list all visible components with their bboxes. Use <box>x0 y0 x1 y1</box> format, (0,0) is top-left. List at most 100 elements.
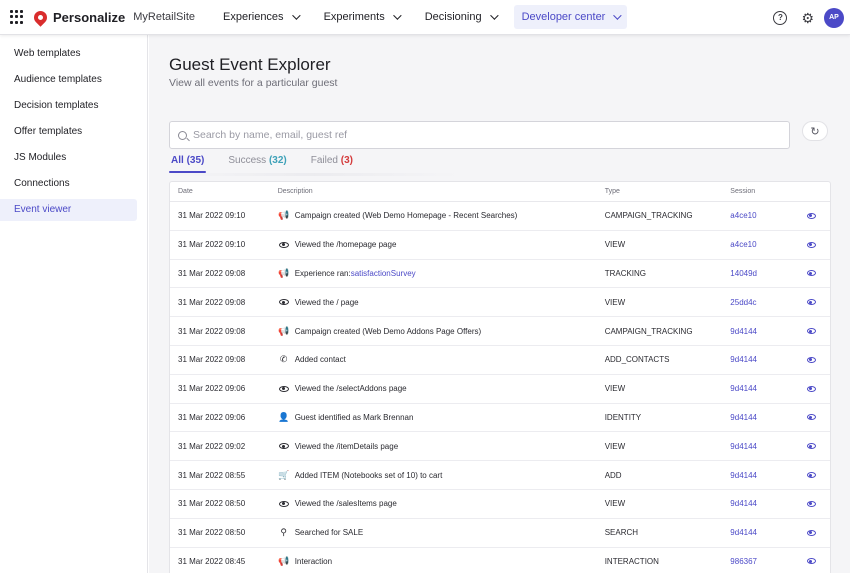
eye-icon <box>806 356 816 363</box>
view-event-button[interactable] <box>792 241 830 248</box>
session-link[interactable]: 9d4144 <box>730 442 792 451</box>
nav-decisioning[interactable]: Decisioning <box>417 5 504 29</box>
event-type: CAMPAIGN_TRACKING <box>604 211 693 221</box>
view-event-button[interactable] <box>792 299 830 306</box>
view-event-button[interactable] <box>792 328 830 335</box>
session-link[interactable]: 14049d <box>730 269 792 278</box>
view-event-button[interactable] <box>792 529 830 536</box>
tab-all[interactable]: All (35) <box>169 155 207 175</box>
gear-icon[interactable]: ⚙ <box>801 11 814 25</box>
view-event-button[interactable] <box>792 472 830 479</box>
event-description: Viewed the /selectAddons page <box>278 384 605 394</box>
event-date: 31 Mar 2022 09:10 <box>178 240 246 250</box>
sidebar-item-web-templates[interactable]: Web templates <box>0 43 137 65</box>
eye-icon <box>806 529 816 536</box>
event-date: 31 Mar 2022 09:06 <box>178 412 246 422</box>
eye-icon <box>806 414 816 421</box>
view-event-button[interactable] <box>792 443 830 450</box>
view-event-button[interactable] <box>792 385 830 392</box>
session-link[interactable]: 9d4144 <box>730 499 792 508</box>
event-type: VIEW <box>604 240 626 250</box>
help-icon[interactable]: ? <box>773 10 788 25</box>
event-description-text: Viewed the /selectAddons page <box>294 384 407 394</box>
session-link[interactable]: 9d4144 <box>730 413 792 422</box>
table-row: 31 Mar 2022 08:55 🛒 Added ITEM (Notebooks … <box>170 461 830 490</box>
event-description: 👤 Guest identified as Mark Brennan <box>278 412 605 422</box>
table-body: 31 Mar 2022 09:10 📢 Campaign created (Web … <box>170 202 830 573</box>
session-link[interactable]: 9d4144 <box>730 384 792 393</box>
tab-count: (3) <box>340 155 353 166</box>
view-event-button[interactable] <box>792 356 830 363</box>
view-event-button[interactable] <box>792 270 830 277</box>
eye-icon <box>806 299 816 306</box>
session-link[interactable]: a4ce10 <box>730 240 792 249</box>
view-event-button[interactable] <box>792 414 830 421</box>
personalize-logo-icon <box>31 7 50 27</box>
session-link[interactable]: 986367 <box>730 557 792 566</box>
logo[interactable]: Personalize <box>31 7 125 27</box>
sidebar-item-decision-templates[interactable]: Decision templates <box>0 95 137 117</box>
session-link[interactable]: 9d4144 <box>730 327 792 336</box>
session-link[interactable]: 9d4144 <box>730 471 792 480</box>
table-row: 31 Mar 2022 08:50 ⚲ Searched for SALE SEARC… <box>170 519 830 548</box>
event-type: VIEW <box>604 499 626 509</box>
table-row: 31 Mar 2022 09:06 Viewed the /selectAddon… <box>170 375 830 404</box>
table-row: 31 Mar 2022 09:08 📢 Experience ran: satisf… <box>170 260 830 289</box>
tab-success[interactable]: Success (32) <box>226 155 288 175</box>
event-tabs: All (35) Success (32) Failed (3) <box>169 155 375 175</box>
person-icon: 👤 <box>278 411 290 422</box>
event-description-text: Campaign created (Web Demo Addons Page O… <box>294 326 482 336</box>
tab-label: Success <box>228 155 267 166</box>
event-date: 31 Mar 2022 08:55 <box>178 470 246 480</box>
event-date: 31 Mar 2022 08:50 <box>178 499 246 509</box>
view-event-button[interactable] <box>792 558 830 565</box>
app-switcher-icon[interactable] <box>10 10 24 24</box>
tab-label: Failed <box>310 155 338 166</box>
nav-experiments[interactable]: Experiments <box>316 5 407 29</box>
table-row: 31 Mar 2022 09:08 Viewed the / page VIEW 25… <box>170 288 830 318</box>
eye-icon <box>278 441 290 451</box>
session-link[interactable]: 9d4144 <box>730 355 792 364</box>
megaphone-icon: 📢 <box>278 210 290 221</box>
eye-icon <box>806 328 816 335</box>
experience-link[interactable]: satisfactionSurvey <box>351 269 416 278</box>
search-input[interactable] <box>193 129 753 141</box>
eye-icon <box>806 385 816 392</box>
session-link[interactable]: 9d4144 <box>730 528 792 537</box>
main-content: Guest Event Explorer View all events for… <box>149 35 850 573</box>
sidebar-item-audience-templates[interactable]: Audience templates <box>0 69 137 91</box>
refresh-button[interactable]: ↻ <box>802 121 828 141</box>
eye-icon <box>278 384 290 394</box>
event-date: 31 Mar 2022 09:08 <box>178 326 246 336</box>
tab-label: All <box>171 155 184 166</box>
nav-label: Developer center <box>521 11 606 23</box>
sidebar-item-connections[interactable]: Connections <box>0 173 137 195</box>
event-description: 📢 Experience ran: satisfactionSurvey <box>278 268 605 278</box>
nav-label: Experiences <box>223 11 284 23</box>
event-description-text: Viewed the /itemDetails page <box>294 441 399 451</box>
eye-icon <box>278 499 290 509</box>
session-link[interactable]: a4ce10 <box>730 211 792 220</box>
refresh-icon: ↻ <box>810 125 820 138</box>
nav-developer-center[interactable]: Developer center <box>513 5 628 29</box>
sidebar-item-js-modules[interactable]: JS Modules <box>0 147 137 169</box>
column-session: Session <box>730 188 756 195</box>
session-link[interactable]: 25dd4c <box>730 298 792 307</box>
event-description: 📢 Campaign created (Web Demo Addons Page … <box>278 326 605 336</box>
tab-failed[interactable]: Failed (3) <box>309 155 355 175</box>
sidebar-item-event-viewer[interactable]: Event viewer <box>0 199 137 221</box>
avatar[interactable]: AP <box>824 7 844 28</box>
megaphone-icon: 📢 <box>278 555 290 566</box>
events-table: Date Description Type Session 31 Mar 202… <box>169 181 831 573</box>
column-description: Description <box>277 188 313 195</box>
event-description-text: Viewed the /homepage page <box>294 240 397 250</box>
eye-icon <box>806 558 816 565</box>
main-nav: Experiences Experiments Decisioning Deve… <box>215 0 637 35</box>
chevron-down-icon <box>613 11 623 20</box>
view-event-button[interactable] <box>792 500 830 507</box>
view-event-button[interactable] <box>792 212 830 219</box>
event-date: 31 Mar 2022 09:08 <box>178 268 246 278</box>
eye-icon <box>806 212 816 219</box>
sidebar-item-offer-templates[interactable]: Offer templates <box>0 121 137 143</box>
nav-experiences[interactable]: Experiences <box>215 5 306 29</box>
